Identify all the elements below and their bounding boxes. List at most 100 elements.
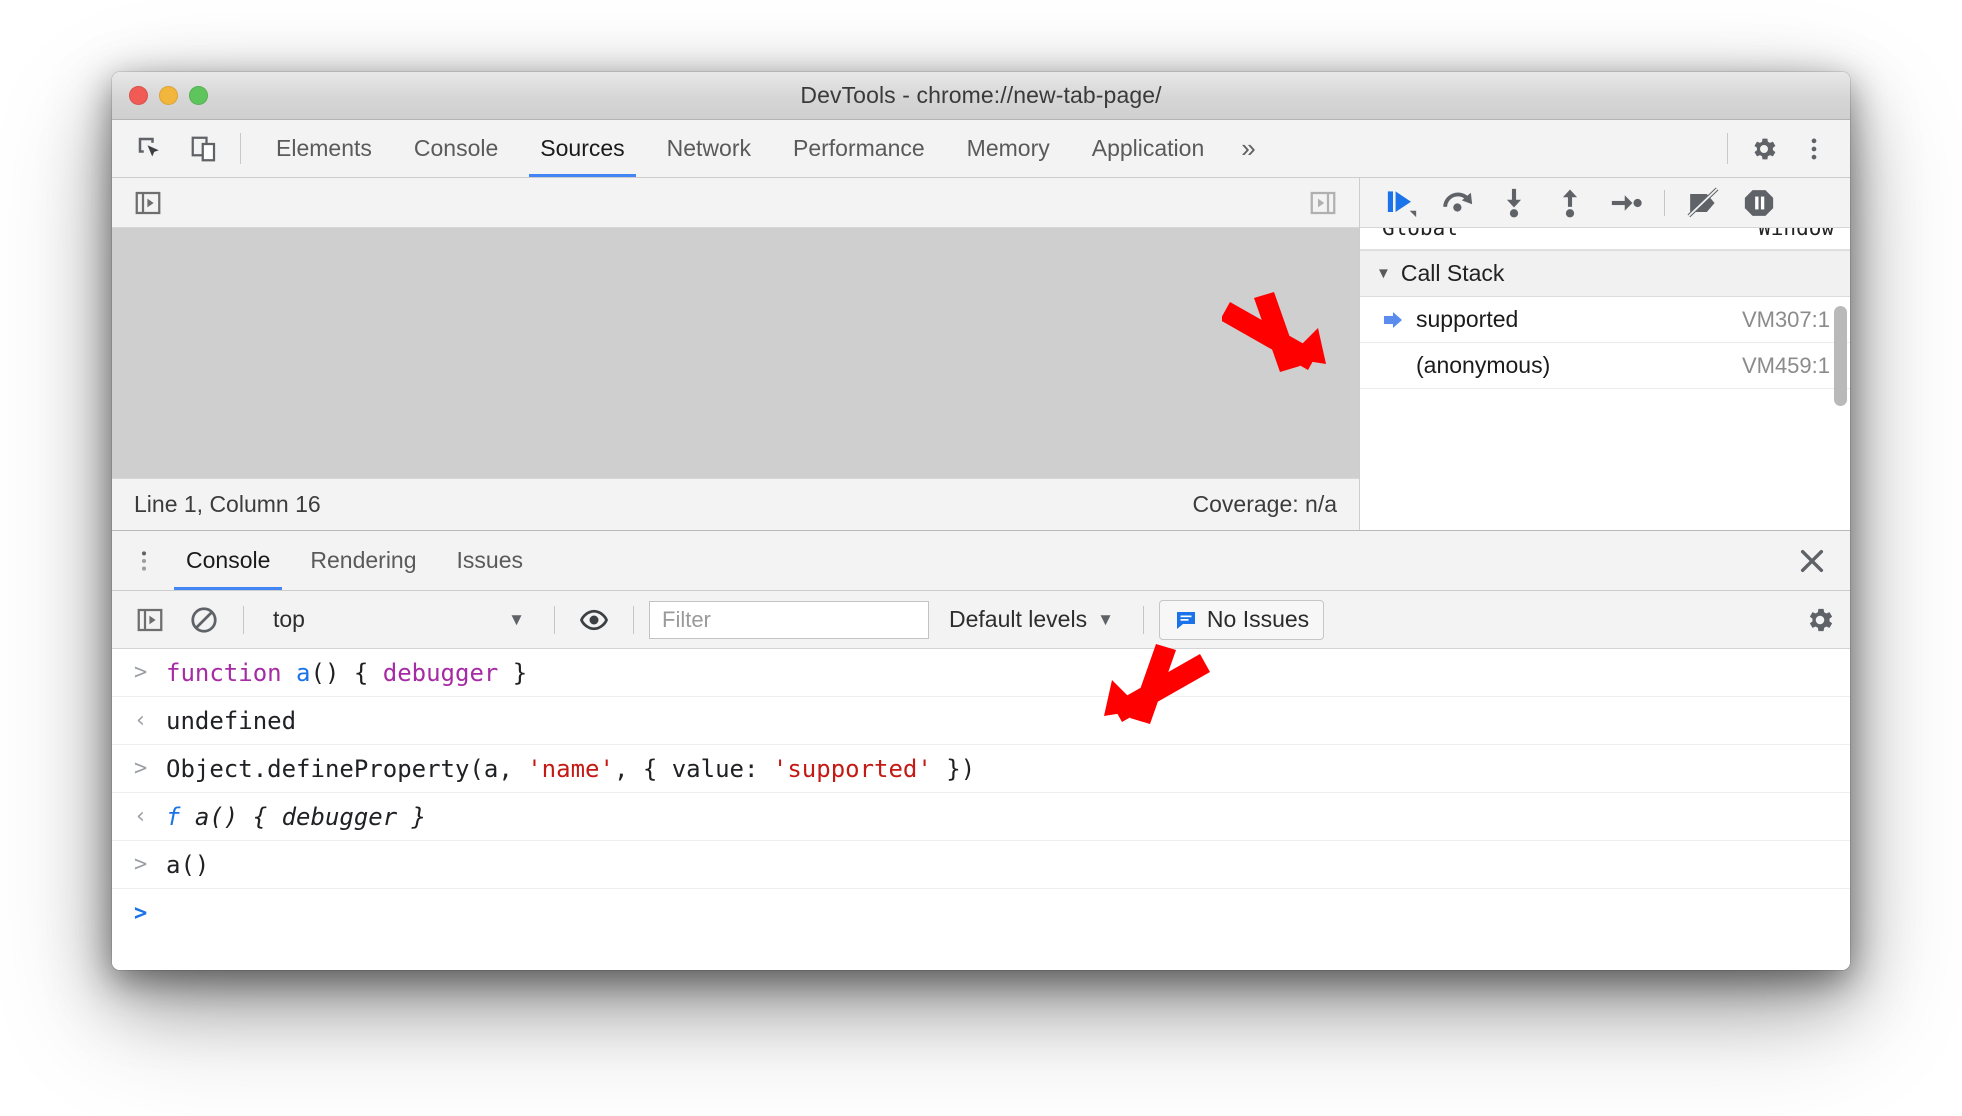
- close-drawer-button[interactable]: [1796, 531, 1850, 590]
- clear-console-icon[interactable]: [180, 598, 228, 642]
- issues-message-icon: [1174, 608, 1198, 632]
- call-stack-title: Call Stack: [1400, 260, 1505, 286]
- tab-memory[interactable]: Memory: [946, 120, 1071, 177]
- scope-name: Global: [1382, 228, 1458, 240]
- frame-left: supported: [1382, 306, 1518, 333]
- input-prompt-icon: >: [134, 660, 148, 685]
- drawer-tab-console[interactable]: Console: [166, 531, 290, 590]
- console-sidebar-icon[interactable]: [126, 598, 174, 642]
- issues-status-button[interactable]: No Issues: [1158, 599, 1325, 640]
- drawer-kebab-menu-icon[interactable]: [122, 531, 166, 590]
- tab-application[interactable]: Application: [1071, 120, 1226, 177]
- chevron-down-icon: ▼: [1097, 609, 1114, 629]
- more-tabs-chevron-icon[interactable]: »: [1225, 120, 1271, 177]
- console-settings-button[interactable]: [1804, 604, 1836, 636]
- step-out-of-current-function-icon[interactable]: [1544, 181, 1596, 225]
- console-line-text: f a() { debugger }: [166, 802, 427, 831]
- coverage-label: Coverage: n/a: [1192, 491, 1337, 517]
- step-over-next-function-call-icon[interactable]: [1432, 181, 1484, 225]
- console-toolbar-divider: [243, 605, 244, 634]
- console-line-text: undefined: [166, 706, 297, 735]
- console-line-text: function a() { debugger }: [166, 658, 528, 687]
- frame-location: VM307:1: [1741, 306, 1830, 332]
- console-toolbar-divider-4: [1142, 605, 1144, 634]
- frame-name: (anonymous): [1416, 352, 1551, 378]
- drawer-tab-label: Rendering: [310, 547, 417, 573]
- frame-left: (anonymous): [1382, 352, 1550, 379]
- tab-label: Network: [666, 135, 751, 161]
- tab-label: Console: [413, 135, 499, 161]
- gear-icon: [1804, 604, 1836, 636]
- kebab-menu-icon[interactable]: [1792, 127, 1836, 171]
- window-titlebar: DevTools - chrome://new-tab-page/: [112, 72, 1850, 120]
- resume-script-execution-icon[interactable]: [1376, 181, 1428, 225]
- console-toolbar: top ▼ Filter Default levels ▼ No Issues: [112, 591, 1850, 649]
- call-stack-frame-supported[interactable]: supported VM307:1: [1360, 297, 1850, 343]
- tab-label: Elements: [276, 135, 372, 161]
- tabbar-right-icons: [1742, 120, 1850, 177]
- step-into-next-function-call-icon[interactable]: [1488, 181, 1540, 225]
- device-toolbar-icon[interactable]: [182, 127, 226, 171]
- console-input-line[interactable]: >: [112, 889, 1850, 937]
- console-line[interactable]: > Object.defineProperty(a, 'name', { val…: [112, 745, 1850, 793]
- show-navigator-panel-icon[interactable]: [126, 181, 170, 225]
- console-message-list[interactable]: > function a() { debugger } ‹ undefined …: [112, 649, 1850, 970]
- current-frame-arrow-icon: [1382, 310, 1404, 330]
- tab-label: Memory: [966, 135, 1050, 161]
- call-stack-frame-anonymous[interactable]: (anonymous) VM459:1: [1360, 343, 1850, 389]
- step-icon[interactable]: [1600, 181, 1652, 225]
- execution-context-value: top: [273, 606, 305, 632]
- sources-toolbar: [112, 178, 1359, 228]
- deactivate-breakpoints-icon[interactable]: [1677, 181, 1729, 225]
- console-line[interactable]: > function a() { debugger }: [112, 649, 1850, 697]
- tab-console[interactable]: Console: [393, 120, 519, 177]
- console-filter-input[interactable]: Filter: [649, 600, 929, 639]
- tab-label: Sources: [540, 135, 625, 161]
- live-expression-eye-icon[interactable]: [570, 598, 618, 642]
- console-line[interactable]: > a(): [112, 841, 1850, 889]
- window-title: DevTools - chrome://new-tab-page/: [800, 82, 1162, 108]
- call-stack-section-header[interactable]: ▼ Call Stack: [1360, 250, 1850, 297]
- debugger-sections: Global Window ▼ Call Stack supported VM3…: [1360, 228, 1850, 530]
- drawer-tab-label: Console: [186, 547, 271, 573]
- console-toolbar-divider-2: [554, 605, 555, 634]
- frame-location: VM459:1: [1741, 352, 1830, 378]
- inspect-element-icon[interactable]: [128, 127, 172, 171]
- debugger-scrollbar-thumb[interactable]: [1834, 306, 1847, 406]
- gear-icon[interactable]: [1742, 127, 1786, 171]
- pause-on-exceptions-icon[interactable]: [1733, 181, 1785, 225]
- issues-label: No Issues: [1206, 606, 1310, 632]
- debugger-toolbar-divider: [1664, 189, 1665, 216]
- sources-panel: Line 1, Column 16 Coverage: n/a Global W…: [112, 178, 1850, 530]
- screenshot-root: DevTools - chrome://new-tab-page/ Elemen…: [0, 0, 1962, 1116]
- console-line[interactable]: ‹ undefined: [112, 697, 1850, 745]
- devtools-window: DevTools - chrome://new-tab-page/ Elemen…: [112, 72, 1850, 970]
- close-icon: [1796, 545, 1828, 577]
- log-levels-value: Default levels: [949, 606, 1088, 632]
- chevron-down-icon: ▼: [1376, 265, 1391, 282]
- drawer-tab-rendering[interactable]: Rendering: [290, 531, 436, 590]
- drawer-tabbar: Console Rendering Issues: [112, 531, 1850, 591]
- tab-network[interactable]: Network: [646, 120, 772, 177]
- drawer-tab-issues[interactable]: Issues: [437, 531, 543, 590]
- devtools-drawer: Console Rendering Issues top ▼ Filter De…: [112, 530, 1850, 970]
- tabbar-left-icons: [112, 120, 226, 177]
- scope-section-clipped-row: Global Window: [1360, 228, 1850, 250]
- console-line-text: Object.defineProperty(a, 'name', { value…: [166, 754, 976, 783]
- tab-performance[interactable]: Performance: [772, 120, 946, 177]
- tab-label: Performance: [793, 135, 925, 161]
- output-result-icon: ‹: [134, 708, 148, 733]
- scope-value: Window: [1758, 228, 1834, 240]
- tab-elements[interactable]: Elements: [255, 120, 393, 177]
- sources-editor-area: Line 1, Column 16 Coverage: n/a: [112, 178, 1360, 530]
- log-levels-select[interactable]: Default levels ▼: [935, 606, 1128, 633]
- execution-context-select[interactable]: top ▼: [259, 606, 539, 633]
- source-code-editor[interactable]: [112, 228, 1359, 478]
- console-line[interactable]: ‹ f a() { debugger }: [112, 793, 1850, 841]
- show-debugger-panel-icon[interactable]: [1301, 181, 1345, 225]
- tabbar-divider: [240, 133, 241, 164]
- tab-sources[interactable]: Sources: [519, 120, 645, 177]
- cursor-position-label: Line 1, Column 16: [134, 491, 321, 517]
- tab-label: Application: [1091, 135, 1205, 161]
- tabbar-right-divider: [1727, 133, 1728, 164]
